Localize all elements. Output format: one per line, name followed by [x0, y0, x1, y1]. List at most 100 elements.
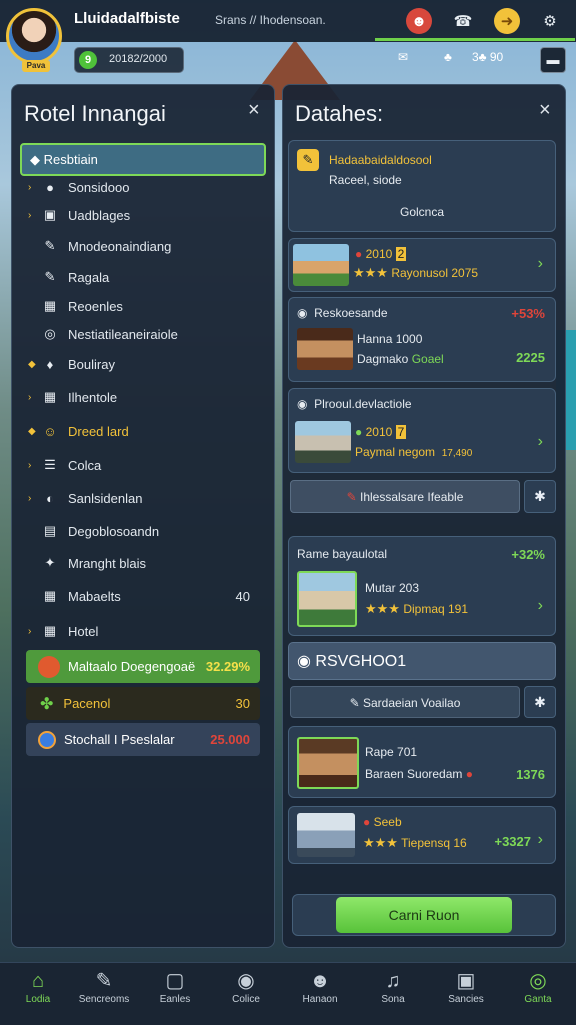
menu-item[interactable]: › ☰ Colca — [28, 452, 262, 478]
notification-icon[interactable]: ☎ — [450, 8, 476, 34]
chevron-right-icon: › — [28, 492, 32, 504]
close-icon[interactable]: × — [539, 99, 551, 122]
player-avatar[interactable] — [6, 8, 62, 64]
menu-item[interactable]: ✎ Ragala — [28, 264, 262, 290]
menu-item[interactable]: ✎ Mnodeonaindiang — [28, 233, 262, 259]
menu-item-label: Degoblosoandn — [68, 523, 160, 539]
menu-item[interactable]: ▦ Reoenles — [28, 293, 262, 319]
nav-label: Sona — [381, 994, 405, 1005]
menu-item-label: Ilhentole — [68, 389, 118, 405]
property-card-3[interactable]: ◉ Plrooul.devlactiole ● 2010 7 Paymal ne… — [288, 388, 556, 473]
property-line1: Mutar 203 — [365, 581, 420, 595]
search-bar-2[interactable]: ✎ Sardaeian Voailao — [290, 686, 520, 718]
property-value: 17,490 — [441, 448, 473, 459]
property-card-4[interactable]: Rape 701 Baraen Suoredam ● 1376 — [288, 726, 556, 798]
gear-icon[interactable]: ⚙ — [537, 8, 563, 34]
property-title: ◉ Reskoesande — [297, 306, 388, 320]
menu-item[interactable]: › ▣ Uadblages — [28, 202, 262, 228]
nav-tab-8[interactable]: ◎ Ganta — [506, 968, 570, 1005]
rating-stars: ★★★ — [363, 835, 398, 850]
chevron-right-icon[interactable]: › — [538, 433, 543, 451]
property-card-5[interactable]: ● Seeb ★★★ Tiepensq 16 +3327 › — [288, 806, 556, 864]
stat-row-2-label: Pacenol — [63, 696, 111, 711]
nav-icon: ▢ — [165, 970, 185, 992]
banner-label: RSVGHOO1 — [315, 653, 407, 670]
menu-item[interactable]: ◎ Nestiatileaneiraiole — [28, 321, 262, 347]
stat-row-1[interactable]: Maltaalo Doegengoaë 32.29% — [26, 650, 260, 683]
property-price: Seeb — [373, 815, 402, 829]
menu-item-label: Nestiatileaneiraiole — [68, 326, 178, 342]
selected-menu-item[interactable]: ◆ Resbtiain — [20, 143, 266, 176]
nav-tab-5[interactable]: ☻ Hanaon — [288, 968, 352, 1005]
globe-icon — [38, 730, 56, 749]
nav-label: Sencreoms — [78, 994, 130, 1005]
chevron-right-icon: › — [28, 209, 32, 221]
menu-item[interactable]: ▤ Degoblosoandn — [28, 518, 262, 544]
menu-item[interactable]: › ◐ Sanlsidenlan — [28, 485, 262, 511]
chevron-right-icon[interactable]: › — [538, 597, 543, 615]
featured-card[interactable]: ✎ Hadaabaidaldosool Raceel, siode Golcnc… — [288, 140, 556, 232]
property-card-2[interactable]: ◉ Reskoesande +53% Hanna 1000 Dagmako Go… — [288, 297, 556, 382]
menu-item-icon: ▣ — [43, 207, 57, 222]
nav-label: Colice — [232, 994, 260, 1005]
mini-counter: 3♣ 90 — [472, 50, 504, 64]
menu-item-icon: ✎ — [44, 269, 56, 284]
menu-button[interactable]: ▬ — [540, 47, 566, 73]
search-bar[interactable]: ✎ Ihlessalsare Ifeable — [290, 480, 520, 513]
nav-tab-3[interactable]: ▢ Eanles — [143, 968, 207, 1005]
section-card[interactable]: Rame bayaulotal +32% Mutar 203 ★★★ Dipma… — [288, 536, 556, 636]
chevron-right-icon[interactable]: › — [538, 831, 543, 849]
stat-row-3-label: Stochall I Pseslalar — [64, 732, 175, 747]
property-line2: Dagmako — [357, 352, 409, 366]
menu-item-label: Uadblages — [68, 207, 131, 223]
clock-icon[interactable]: ➜ — [494, 8, 520, 34]
tag-icon: ✎ — [346, 490, 357, 504]
nav-tab-1[interactable]: ⌂ Lodia — [6, 968, 70, 1005]
stat-row-1-label: Maltaalo Doegengoaë — [68, 659, 196, 674]
menu-item[interactable]: › ● Sonsidooo — [28, 174, 262, 200]
chevron-right-icon[interactable]: › — [538, 255, 543, 273]
menu-item[interactable]: ◆ ☺ Dreed lard — [28, 418, 262, 444]
person-icon[interactable]: ☻ — [406, 8, 432, 34]
fire-icon — [38, 655, 60, 678]
currency-display[interactable]: 9 20182/2000 — [74, 47, 184, 73]
menu-item[interactable]: ✦ Mranght blais — [28, 550, 262, 576]
section-title: Rame bayaulotal — [297, 547, 388, 561]
club-icon[interactable]: ♣ — [444, 50, 452, 64]
coin-icon: ● — [465, 767, 473, 781]
search-label: Ihlessalsare Ifeable — [360, 490, 464, 504]
close-icon[interactable]: × — [248, 99, 260, 122]
menu-item-icon: ▦ — [43, 389, 57, 404]
property-thumbnail — [293, 244, 349, 286]
game-title: Lluidadalfbiste — [74, 10, 180, 27]
stat-row-2[interactable]: ✤ Pacenol 30 — [26, 687, 260, 720]
stat-row-3[interactable]: Stochall I Pseslalar 25.000 — [26, 723, 260, 756]
menu-item-label: Colca — [68, 457, 102, 473]
star-filter-icon[interactable]: ✱ — [524, 480, 556, 513]
menu-item-icon: ▦ — [43, 298, 57, 313]
nav-tab-4[interactable]: ◉ Colice — [214, 968, 278, 1005]
nav-label: Eanles — [159, 994, 191, 1005]
star-filter-icon[interactable]: ✱ — [524, 686, 556, 718]
nav-tab-7[interactable]: ▣ Sancies — [434, 968, 498, 1005]
mail-icon[interactable]: ✉ — [398, 50, 408, 64]
menu-item[interactable]: › ▦ Hotel — [28, 618, 262, 644]
menu-item[interactable]: ▦ Mabaelts 40 — [28, 583, 262, 609]
section-percent: +32% — [511, 547, 545, 562]
menu-item[interactable]: ◆ ♦ Bouliray — [28, 351, 262, 377]
avatar-tag: Pava — [22, 60, 50, 72]
menu-item-icon: ▦ — [43, 588, 57, 603]
property-thumbnail — [295, 421, 351, 463]
menu-item-icon: ▤ — [43, 523, 57, 538]
featured-title: Hadaabaidaldosool — [329, 153, 432, 167]
nav-tab-2[interactable]: ✎ Sencreoms — [72, 968, 136, 1005]
globe-icon: ◉ — [297, 653, 311, 670]
featured-button[interactable]: Golcnca — [289, 205, 555, 219]
confirm-button[interactable]: Carni Ruon — [336, 897, 512, 933]
nav-tab-6[interactable]: ♫ Sona — [361, 968, 425, 1005]
menu-item[interactable]: › ▦ Ilhentole — [28, 384, 262, 410]
property-card-1[interactable]: ● 2010 2 ★★★ Rayonusol 2075 › — [288, 238, 556, 292]
hammer-icon: ✎ — [297, 149, 319, 171]
property-value: 2225 — [516, 350, 545, 365]
menu-item-icon: ● — [46, 179, 54, 195]
